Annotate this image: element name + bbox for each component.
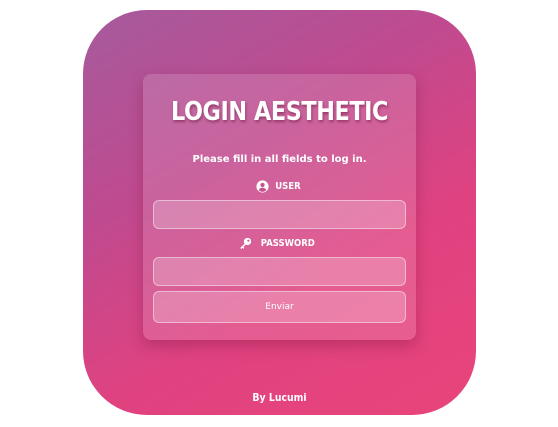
app-frame: LOGIN AESTHETIC Please fill in all field…: [83, 10, 476, 415]
user-label: USER: [143, 180, 416, 193]
key-icon: [239, 237, 252, 250]
footer-credit: By Lucumi: [252, 391, 307, 404]
login-card: LOGIN AESTHETIC Please fill in all field…: [143, 74, 416, 340]
user-label-text: USER: [275, 181, 301, 192]
user-circle-icon: [256, 180, 269, 193]
password-input[interactable]: [153, 257, 406, 286]
instructions-text: Please fill in all fields to log in.: [192, 154, 367, 165]
user-input[interactable]: [153, 200, 406, 229]
page-title: LOGIN AESTHETIC: [170, 97, 389, 127]
password-label-text: PASSWORD: [260, 238, 316, 249]
password-label: PASSWORD: [143, 237, 416, 250]
submit-button[interactable]: Enviar: [153, 291, 406, 323]
